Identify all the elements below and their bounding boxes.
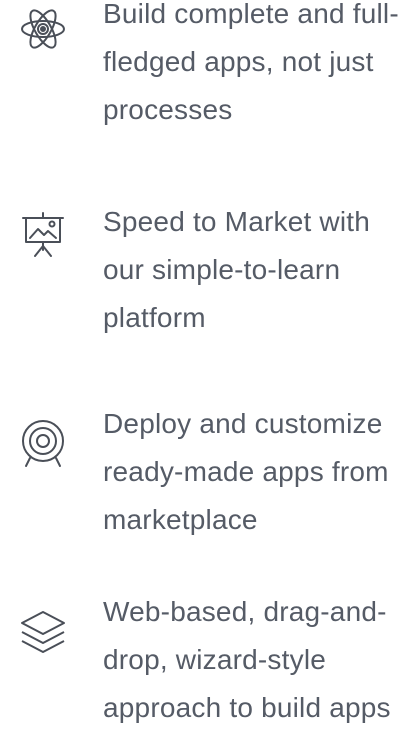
target-icon [18,418,68,468]
presentation-board-icon [18,210,68,260]
feature-text: Web-based, drag-and- drop, wizard-style … [103,596,391,723]
feature-text: Deploy and customize ready-made apps fro… [103,408,389,535]
feature-text: Build complete and full- fledged apps, n… [103,0,399,125]
feature-text: Speed to Market with our simple-to-learn… [103,206,371,333]
feature-list: Build complete and full- fledged apps, n… [0,0,416,728]
layers-icon [18,608,68,658]
atom-icon [18,4,68,54]
